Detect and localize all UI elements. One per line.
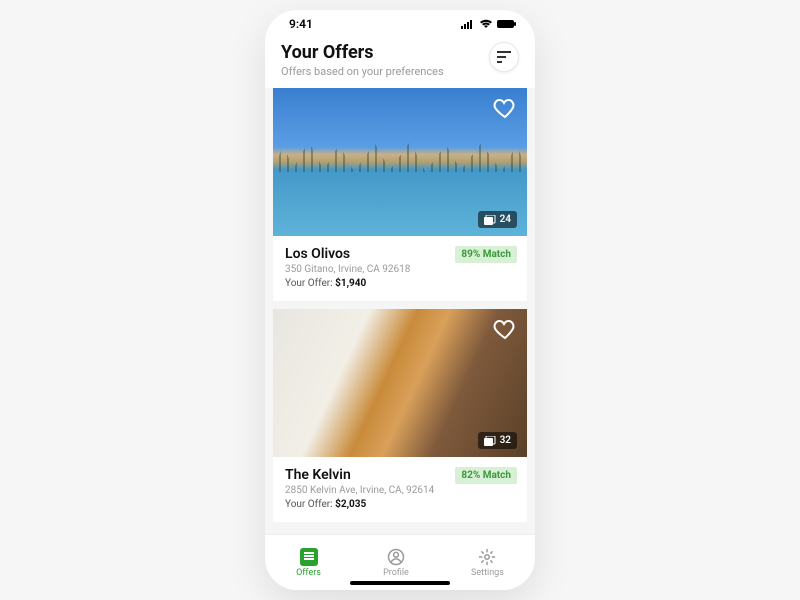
listing-card[interactable]: 24 89% Match Los Olivos 350 Gitano, Irvi… — [273, 88, 527, 301]
photo-count-badge[interactable]: 32 — [478, 432, 517, 449]
heart-icon — [493, 96, 517, 120]
image-decor — [273, 138, 527, 172]
favorite-button[interactable] — [493, 96, 517, 120]
tab-label: Settings — [471, 568, 504, 578]
offers-icon — [300, 548, 318, 566]
photo-count-value: 24 — [500, 214, 511, 225]
photo-count-badge[interactable]: 24 — [478, 211, 517, 228]
gear-icon — [478, 548, 496, 566]
offer-label: Your Offer: — [285, 278, 335, 289]
listing-body: 82% Match The Kelvin 2850 Kelvin Ave, Ir… — [273, 457, 527, 522]
offer-value: $2,035 — [335, 499, 366, 510]
favorite-button[interactable] — [493, 317, 517, 341]
listing-image: 24 — [273, 88, 527, 236]
tab-profile[interactable]: Profile — [383, 548, 409, 578]
page-title: Your Offers — [281, 42, 444, 63]
listing-body: 89% Match Los Olivos 350 Gitano, Irvine,… — [273, 236, 527, 301]
match-badge: 82% Match — [455, 467, 517, 484]
listing-offer: Your Offer: $1,940 — [285, 278, 515, 289]
listing-offer: Your Offer: $2,035 — [285, 499, 515, 510]
tab-label: Profile — [383, 568, 409, 578]
tab-offers[interactable]: Offers — [296, 548, 321, 578]
page-subtitle: Offers based on your preferences — [281, 65, 444, 78]
offer-label: Your Offer: — [285, 499, 335, 510]
photo-count-value: 32 — [500, 435, 511, 446]
listing-card[interactable]: 32 82% Match The Kelvin 2850 Kelvin Ave,… — [273, 309, 527, 522]
page-header: Your Offers Offers based on your prefere… — [265, 38, 535, 88]
battery-icon — [497, 19, 517, 29]
sort-button[interactable] — [489, 42, 519, 72]
photos-icon — [484, 215, 496, 225]
status-time: 9:41 — [289, 17, 313, 31]
wifi-icon — [479, 19, 493, 29]
listing-image: 32 — [273, 309, 527, 457]
listing-address: 350 Gitano, Irvine, CA 92618 — [285, 264, 515, 275]
tab-settings[interactable]: Settings — [471, 548, 504, 578]
listing-scroll[interactable]: 24 89% Match Los Olivos 350 Gitano, Irvi… — [265, 88, 535, 534]
profile-icon — [387, 548, 405, 566]
signal-icon — [461, 19, 475, 29]
tab-bar: Offers Profile Settings — [265, 534, 535, 590]
sort-icon — [497, 51, 511, 63]
home-indicator[interactable] — [350, 581, 450, 585]
listing-address: 2850 Kelvin Ave, Irvine, CA, 92614 — [285, 485, 515, 496]
header-text: Your Offers Offers based on your prefere… — [281, 42, 444, 78]
heart-icon — [493, 317, 517, 341]
status-bar: 9:41 — [265, 10, 535, 38]
offer-value: $1,940 — [335, 278, 366, 289]
photos-icon — [484, 436, 496, 446]
tab-label: Offers — [296, 568, 321, 578]
status-right — [461, 19, 517, 29]
phone-frame: 9:41 Your Offers Offers based on your pr… — [265, 10, 535, 590]
match-badge: 89% Match — [455, 246, 517, 263]
